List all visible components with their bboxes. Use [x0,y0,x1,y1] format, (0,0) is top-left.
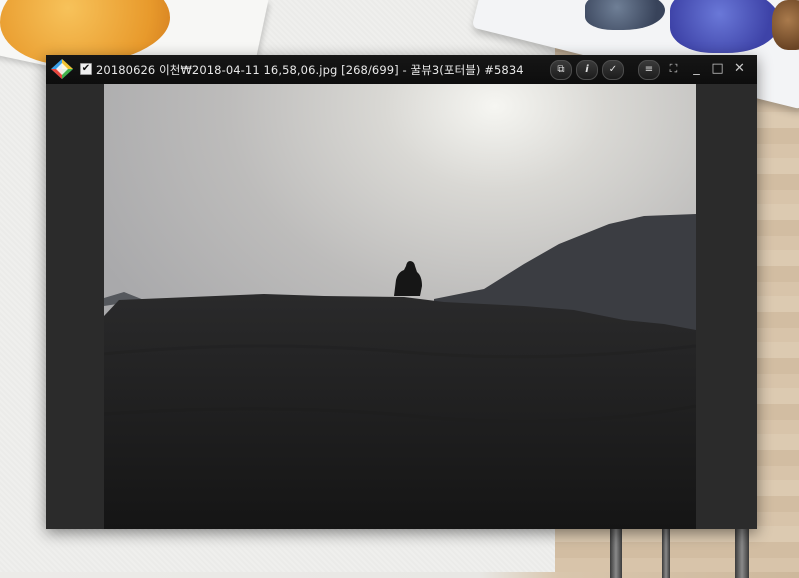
fit-window-button[interactable]: ⧉ [550,60,572,80]
minimize-icon: _ [693,61,700,76]
menu-button[interactable]: ≡ [638,60,660,80]
title-bar[interactable]: ✔ 20180626 이천₩2018-04-11 16,58,06.jpg [2… [46,55,757,84]
info-icon: i [585,64,589,75]
fullscreen-button[interactable]: ⛶ [664,60,683,78]
wallpaper-brush [662,528,670,578]
wallpaper-brush [735,528,749,578]
minimize-button[interactable]: _ [687,60,706,78]
maximize-button[interactable]: □ [708,60,727,78]
info-button[interactable]: i [576,60,598,80]
fullscreen-icon: ⛶ [669,62,678,75]
silhouette-photo [104,84,696,529]
close-icon: ✕ [734,61,745,76]
close-button[interactable]: ✕ [730,60,749,78]
restore-icon: ⧉ [557,64,565,75]
selection-checkbox[interactable]: ✔ [80,63,92,75]
window-title: 20180626 이천₩2018-04-11 16,58,06.jpg [268… [96,63,524,77]
wallpaper-paint-brown [772,0,799,50]
image-viewer-window: ✔ 20180626 이천₩2018-04-11 16,58,06.jpg [2… [46,55,757,529]
app-logo-icon[interactable] [50,58,74,80]
photo-display[interactable] [104,84,696,529]
select-button[interactable]: ✓ [602,60,624,80]
list-icon: ≡ [644,64,654,75]
maximize-icon: □ [711,61,724,76]
checkmark-icon: ✓ [608,64,618,75]
wallpaper-brush [610,528,622,578]
